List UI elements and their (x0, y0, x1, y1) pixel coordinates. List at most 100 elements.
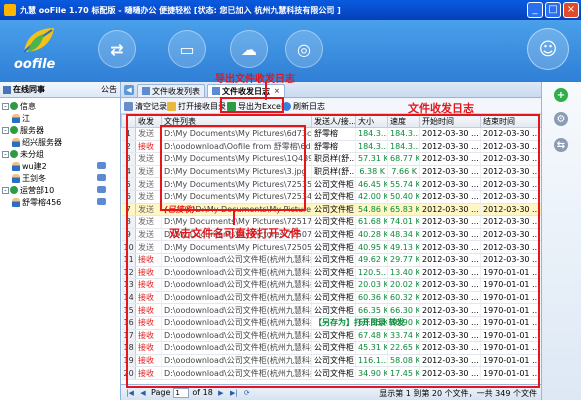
online-icon (3, 85, 11, 94)
table-cell[interactable]: D:\oodownload\公司文件柜(杭州九慧科技... (161, 329, 312, 343)
tree-group[interactable]: - 服务器 (0, 124, 120, 136)
chat-icon[interactable] (97, 174, 106, 181)
tree-group[interactable]: - 信息 (0, 100, 120, 112)
tree-user[interactable]: 舒零榕456 (0, 196, 120, 208)
prev-page-icon[interactable]: ◀ (138, 388, 148, 398)
table-cell: 60.36 K (355, 291, 388, 305)
table-cell[interactable]: D:\oodownload\公司文件柜(杭州九慧科技... (161, 354, 312, 368)
add-icon[interactable]: + (554, 88, 568, 102)
table-row[interactable]: 19 接收 D:\oodownload\公司文件柜(杭州九慧科技... 公司文件柜 11… (121, 354, 541, 368)
tab-file-log[interactable]: 文件收发日志 × (207, 84, 285, 97)
table-row[interactable]: 10发送D:\My Documents\My Pictures\72505849… (121, 240, 541, 254)
chat-icon[interactable] (97, 186, 106, 193)
chat-nav-icon[interactable]: ☁ (230, 30, 268, 68)
table-cell[interactable]: D:\My Documents\My Pictures\72535487_... (161, 177, 312, 191)
table-row[interactable]: 14 接收 D:\oodownload\公司文件柜(杭州九慧科技... 公司文件柜 60… (121, 291, 541, 305)
column-header[interactable]: 文件列表 (161, 114, 312, 128)
table-cell[interactable]: D:\oodownload\公司文件柜(杭州九慧科技... (161, 316, 312, 330)
clear-records-button[interactable]: 清空记录 (124, 101, 167, 112)
tree-user[interactable]: 江 (0, 112, 120, 124)
first-page-icon[interactable]: |◀ (125, 388, 135, 398)
table-cell[interactable]: D:\oodownload\公司文件柜(杭州九慧科技... (161, 366, 312, 380)
minimize-button[interactable]: _ (527, 2, 543, 18)
user-avatar-icon[interactable]: ☺ (527, 28, 569, 70)
table-cell[interactable]: D:\My Documents\My Pictures\6d73c0bf7b..… (161, 127, 312, 141)
log-icon (212, 87, 220, 95)
maximize-button[interactable]: □ (545, 2, 561, 18)
table-row[interactable]: 7发送(已接收)D:\My Documents\My Pictures\7253… (121, 203, 541, 217)
table-cell: 接收 (135, 291, 162, 305)
transfer-nav-icon[interactable]: ⇄ (98, 30, 136, 68)
table-row[interactable]: 11 接收 D:\oodownload\公司文件柜(杭州九慧科技... 公司文件柜 49… (121, 253, 541, 267)
chat-icon[interactable] (97, 162, 106, 169)
column-header[interactable]: 速度 (387, 114, 420, 128)
tab-file-list[interactable]: 文件收发列表 (137, 84, 205, 97)
annotation-export-log: 导出文件收发日志 (215, 74, 295, 85)
table-row[interactable]: 15 接收 D:\oodownload\公司文件柜(杭州九慧科技... 公司文件柜 66… (121, 303, 541, 317)
table-cell: 公司文件柜 (311, 303, 356, 317)
annotation-arrow (265, 82, 267, 100)
table-cell[interactable]: (已接收)D:\My Documents\My Pictures\7253... (161, 203, 312, 217)
table-cell[interactable]: D:\My Documents\My Pictures\72534865_... (161, 190, 312, 204)
column-header[interactable]: 收发 (135, 114, 162, 128)
expander-icon[interactable]: - (2, 126, 9, 134)
table-row[interactable]: 18 接收 D:\oodownload\公司文件柜(杭州九慧科技... 公司文件柜 45… (121, 341, 541, 355)
tree-user[interactable]: wu建2 (0, 160, 120, 172)
globe-nav-icon[interactable]: ◎ (285, 30, 323, 68)
table-cell[interactable]: D:\My Documents\My Pictures\3.jpg (161, 165, 312, 179)
settings-icon[interactable]: ⚙ (554, 112, 568, 126)
table-row[interactable]: 5发送D:\My Documents\My Pictures\72535487_… (121, 177, 541, 191)
table-cell: 6.38 K (355, 165, 388, 179)
column-header[interactable]: 发送人/接... (311, 114, 356, 128)
table-cell[interactable]: D:\oodownload\公司文件柜(杭州九慧科技... (161, 253, 312, 267)
table-row[interactable]: 12 接收 D:\oodownload\公司文件柜(杭州九慧科技... 公司文件柜 12… (121, 266, 541, 280)
table-cell: 2012-03-30 ... (419, 278, 481, 292)
last-page-icon[interactable]: ▶| (229, 388, 239, 398)
table-cell[interactable]: D:\My Documents\My Pictures\1Q43915cX... (161, 152, 312, 166)
tree-user[interactable]: 绍兴服务器 (0, 136, 120, 148)
monitor-nav-icon[interactable]: ▭ (168, 30, 206, 68)
table-cell[interactable]: D:\oodownload\公司文件柜(杭州九慧科技... (161, 278, 312, 292)
export-excel-button[interactable]: 导出为Excel (227, 101, 283, 112)
tree-group[interactable]: - 运营部10 (0, 184, 120, 196)
table-cell[interactable]: D:\oodownload\Oofile from 舒零榕\6d73c0... (161, 140, 312, 154)
table-cell: 8 (121, 215, 136, 229)
table-row[interactable]: 13 接收 D:\oodownload\公司文件柜(杭州九慧科技... 公司文件柜 20… (121, 278, 541, 292)
column-header[interactable] (121, 114, 136, 128)
close-button[interactable]: × (563, 2, 579, 18)
next-page-icon[interactable]: ▶ (216, 388, 226, 398)
refresh-log-button[interactable]: 刷新日志 (282, 101, 325, 112)
table-row[interactable]: 6发送D:\My Documents\My Pictures\72534865_… (121, 190, 541, 204)
table-cell[interactable]: D:\oodownload\公司文件柜(杭州九慧科技... (161, 303, 312, 317)
reload-icon[interactable]: ⟳ (242, 388, 252, 398)
table-cell: 公司文件柜 (311, 329, 356, 343)
tree-group[interactable]: - 未分组 (0, 148, 120, 160)
column-header[interactable]: 大小 (355, 114, 388, 128)
table-row[interactable]: 4 发送 D:\My Documents\My Pictures\3.jpg 职员样(… (121, 165, 541, 179)
table-row[interactable]: 3发送D:\My Documents\My Pictures\1Q43915cX… (121, 152, 541, 166)
table-cell[interactable]: D:\oodownload\公司文件柜(杭州九慧科技... (161, 291, 312, 305)
expander-icon[interactable]: - (2, 150, 9, 158)
table-row[interactable]: 20 接收 D:\oodownload\公司文件柜(杭州九慧科技... 公司文件柜 34… (121, 366, 541, 380)
table-row[interactable]: 16 接收 D:\oodownload\公司文件柜(杭州九慧科技... 【另存为】打开… (121, 316, 541, 330)
column-header[interactable]: 结束时间 (480, 114, 541, 128)
table-cell: 公司文件柜 (311, 278, 356, 292)
dock-icon[interactable]: ⇆ (554, 138, 568, 152)
table-cell[interactable]: D:\oodownload\公司文件柜(杭州九慧科技... (161, 266, 312, 280)
table-cell: 67.48 K (355, 329, 388, 343)
announcement-button[interactable]: 公告 (101, 84, 117, 95)
table-cell[interactable]: D:\oodownload\公司文件柜(杭州九慧科技... (161, 341, 312, 355)
column-header[interactable]: 开始时间 (419, 114, 481, 128)
page-input[interactable] (173, 387, 190, 398)
tree-user[interactable]: 王剑冬 (0, 172, 120, 184)
expander-icon[interactable]: - (2, 102, 9, 110)
expander-icon[interactable]: - (2, 186, 9, 194)
table-row[interactable]: 17 接收 D:\oodownload\公司文件柜(杭州九慧科技... 公司文件柜 67… (121, 329, 541, 343)
open-receive-dir-button[interactable]: 打开接收目录 (167, 101, 226, 112)
back-icon[interactable]: ◀ (124, 85, 134, 95)
table-cell[interactable]: D:\My Documents\My Pictures\72505849_... (161, 240, 312, 254)
chat-icon[interactable] (97, 198, 106, 205)
table-row[interactable]: 1发送D:\My Documents\My Pictures\6d73c0bf7… (121, 127, 541, 141)
table-row[interactable]: 2接收D:\oodownload\Oofile from 舒零榕\6d73c0.… (121, 140, 541, 154)
close-tab-icon[interactable]: × (274, 87, 280, 95)
